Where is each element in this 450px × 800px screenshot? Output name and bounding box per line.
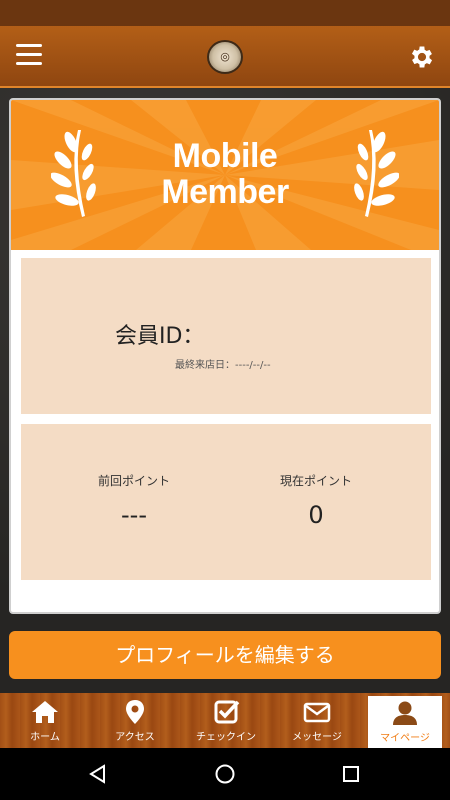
envelope-icon bbox=[303, 702, 331, 723]
current-points: 現在ポイント 0 bbox=[231, 472, 401, 529]
tab-access[interactable]: アクセス bbox=[90, 693, 180, 748]
back-triangle-icon[interactable] bbox=[88, 764, 108, 784]
shop-logo-icon: ◎ bbox=[207, 40, 243, 74]
app-header: ◎ bbox=[0, 26, 450, 88]
recent-apps-icon[interactable] bbox=[341, 764, 361, 784]
tab-home[interactable]: ホーム bbox=[0, 693, 90, 748]
member-id-label: 会員ID： bbox=[115, 324, 205, 349]
banner-title-line1: Mobile bbox=[172, 137, 278, 175]
previous-points-value: --- bbox=[121, 501, 147, 529]
tab-mypage[interactable]: マイページ bbox=[368, 696, 442, 748]
checkbox-icon bbox=[214, 700, 240, 724]
last-visit-date: 最終来店日：----/--/-- bbox=[175, 360, 271, 371]
gear-icon[interactable] bbox=[408, 43, 436, 71]
current-points-value: 0 bbox=[308, 501, 324, 529]
tab-home-label: ホーム bbox=[30, 732, 60, 743]
tab-checkin-label: チェックイン bbox=[196, 732, 256, 743]
status-bar bbox=[0, 0, 450, 26]
tab-message[interactable]: メッセージ bbox=[272, 693, 362, 748]
hamburger-menu-icon[interactable] bbox=[16, 44, 44, 68]
tab-mypage-label: マイページ bbox=[380, 733, 430, 744]
member-card: Mobile Member 会員ID： 最終来店日：----/--/-- 前回ポ… bbox=[9, 98, 441, 614]
tab-access-label: アクセス bbox=[115, 732, 155, 743]
bottom-tab-bar: ホーム アクセス チェックイン メッセージ マイページ bbox=[0, 693, 450, 748]
tab-message-label: メッセージ bbox=[292, 732, 342, 743]
map-pin-icon bbox=[126, 700, 144, 724]
edit-profile-button[interactable]: プロフィールを編集する bbox=[9, 631, 441, 679]
home-icon bbox=[32, 701, 58, 723]
current-points-label: 現在ポイント bbox=[279, 474, 352, 488]
previous-points: 前回ポイント --- bbox=[49, 472, 219, 529]
home-circle-icon[interactable] bbox=[214, 763, 236, 785]
member-banner: Mobile Member bbox=[11, 100, 439, 250]
system-nav-bar bbox=[0, 748, 450, 800]
banner-title-line2: Member bbox=[161, 173, 289, 211]
person-icon bbox=[393, 701, 417, 725]
tab-checkin[interactable]: チェックイン bbox=[180, 693, 272, 748]
member-id-panel: 会員ID： 最終来店日：----/--/-- bbox=[21, 258, 431, 414]
previous-points-label: 前回ポイント bbox=[97, 474, 170, 488]
banner-title: Mobile Member bbox=[11, 138, 439, 210]
points-panel: 前回ポイント --- 現在ポイント 0 bbox=[21, 424, 431, 580]
